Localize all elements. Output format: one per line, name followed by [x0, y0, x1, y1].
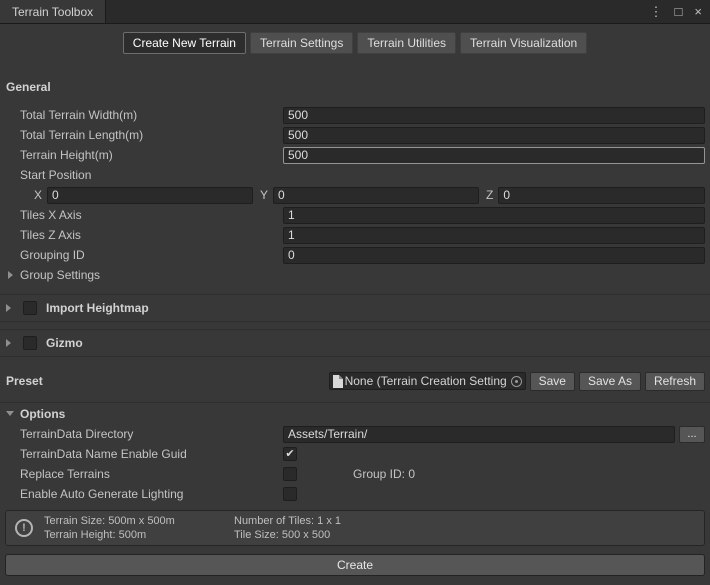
object-picker-icon[interactable]	[511, 376, 522, 387]
group-settings-foldout[interactable]: Group Settings	[0, 265, 710, 285]
save-button[interactable]: Save	[530, 372, 575, 391]
terrain-height-label: Terrain Height(m)	[20, 148, 283, 162]
start-position-y-input[interactable]	[273, 187, 479, 204]
auto-generate-lighting-checkbox[interactable]	[283, 487, 297, 501]
info-right-column: Number of Tiles: 1 x 1 Tile Size: 500 x …	[234, 514, 341, 542]
axis-z-label: Z	[486, 188, 493, 202]
grouping-id-input[interactable]	[283, 247, 705, 264]
gizmo-label: Gizmo	[46, 336, 83, 350]
foldout-collapsed-icon	[6, 339, 11, 347]
tab-terrain-utilities[interactable]: Terrain Utilities	[357, 32, 456, 54]
import-heightmap-checkbox[interactable]	[23, 301, 37, 315]
foldout-expanded-icon	[6, 411, 14, 416]
terraindata-directory-label: TerrainData Directory	[20, 427, 283, 441]
window-tab[interactable]: Terrain Toolbox	[0, 0, 106, 23]
start-position-x-input[interactable]	[47, 187, 253, 204]
options-foldout[interactable]: Options	[0, 402, 710, 424]
tiles-x-axis-input[interactable]	[283, 207, 705, 224]
titlebar: Terrain Toolbox ⋮ □ ×	[0, 0, 710, 24]
start-position-xyz-row: X Y Z	[0, 185, 710, 205]
total-terrain-length-row: Total Terrain Length(m)	[0, 125, 710, 145]
maximize-icon[interactable]: □	[675, 4, 683, 19]
terrain-height-row: Terrain Height(m)	[0, 145, 710, 165]
gizmo-section[interactable]: Gizmo	[0, 329, 710, 357]
foldout-collapsed-icon	[8, 271, 13, 279]
preset-label: Preset	[6, 374, 43, 388]
grouping-id-row: Grouping ID	[0, 245, 710, 265]
terrain-size-text: Terrain Size: 500m x 500m	[44, 514, 234, 528]
terraindata-directory-row: TerrainData Directory ...	[0, 424, 710, 444]
tiles-z-axis-input[interactable]	[283, 227, 705, 244]
tab-bar: Create New Terrain Terrain Settings Terr…	[0, 24, 710, 60]
tab-terrain-settings[interactable]: Terrain Settings	[250, 32, 353, 54]
auto-generate-lighting-label: Enable Auto Generate Lighting	[20, 487, 283, 501]
tiles-z-axis-row: Tiles Z Axis	[0, 225, 710, 245]
replace-terrains-checkbox[interactable]	[283, 467, 297, 481]
save-as-button[interactable]: Save As	[579, 372, 641, 391]
axis-y-label: Y	[260, 188, 268, 202]
axis-x-group: X	[34, 187, 253, 204]
start-position-label: Start Position	[20, 168, 283, 182]
terrain-height-input[interactable]	[283, 147, 705, 164]
gizmo-checkbox[interactable]	[23, 336, 37, 350]
options-label: Options	[20, 407, 65, 421]
preset-row: Preset None (Terrain Creation Setting Sa…	[0, 370, 710, 392]
total-terrain-width-label: Total Terrain Width(m)	[20, 108, 283, 122]
name-enable-guid-row: TerrainData Name Enable Guid ✔	[0, 444, 710, 464]
axis-y-group: Y	[260, 187, 479, 204]
close-icon[interactable]: ×	[694, 4, 702, 19]
name-enable-guid-label: TerrainData Name Enable Guid	[20, 447, 283, 461]
browse-button[interactable]: ...	[679, 426, 705, 443]
axis-z-group: Z	[486, 187, 705, 204]
preset-controls: None (Terrain Creation Setting Save Save…	[329, 372, 705, 391]
info-helpbox: ! Terrain Size: 500m x 500m Terrain Heig…	[5, 510, 705, 546]
tab-create-new-terrain[interactable]: Create New Terrain	[123, 32, 246, 54]
auto-generate-lighting-row: Enable Auto Generate Lighting	[0, 484, 710, 504]
import-heightmap-label: Import Heightmap	[46, 301, 149, 315]
axis-x-label: X	[34, 188, 42, 202]
grouping-id-label: Grouping ID	[20, 248, 283, 262]
foldout-collapsed-icon	[6, 304, 11, 312]
total-terrain-length-label: Total Terrain Length(m)	[20, 128, 283, 142]
total-terrain-width-row: Total Terrain Width(m)	[0, 105, 710, 125]
document-icon	[333, 375, 343, 388]
kebab-menu-icon[interactable]: ⋮	[650, 4, 663, 20]
create-button[interactable]: Create	[5, 554, 705, 576]
tile-size-text: Tile Size: 500 x 500	[234, 528, 341, 542]
terrain-toolbox-window: Terrain Toolbox ⋮ □ × Create New Terrain…	[0, 0, 710, 585]
info-icon: !	[15, 519, 33, 537]
start-position-z-input[interactable]	[498, 187, 705, 204]
replace-terrains-row: Replace Terrains Group ID: 0	[0, 464, 710, 484]
tiles-x-axis-label: Tiles X Axis	[20, 208, 283, 222]
window-title: Terrain Toolbox	[12, 5, 93, 19]
start-position-row: Start Position	[0, 165, 710, 185]
replace-terrains-label: Replace Terrains	[20, 467, 283, 481]
general-section-header: General	[0, 80, 710, 94]
group-id-text: Group ID: 0	[353, 467, 415, 481]
tiles-x-axis-row: Tiles X Axis	[0, 205, 710, 225]
preset-object-field[interactable]: None (Terrain Creation Setting	[329, 372, 526, 390]
total-terrain-width-input[interactable]	[283, 107, 705, 124]
group-settings-label: Group Settings	[20, 268, 100, 282]
info-left-column: Terrain Size: 500m x 500m Terrain Height…	[44, 514, 234, 542]
name-enable-guid-checkbox[interactable]: ✔	[283, 447, 297, 461]
terrain-height-text: Terrain Height: 500m	[44, 528, 234, 542]
window-controls: ⋮ □ ×	[650, 0, 702, 23]
refresh-button[interactable]: Refresh	[645, 372, 705, 391]
preset-object-value: None (Terrain Creation Setting	[345, 374, 509, 388]
tiles-z-axis-label: Tiles Z Axis	[20, 228, 283, 242]
tab-terrain-visualization[interactable]: Terrain Visualization	[460, 32, 587, 54]
import-heightmap-section[interactable]: Import Heightmap	[0, 294, 710, 322]
total-terrain-length-input[interactable]	[283, 127, 705, 144]
terraindata-directory-input[interactable]	[283, 426, 675, 443]
number-of-tiles-text: Number of Tiles: 1 x 1	[234, 514, 341, 528]
